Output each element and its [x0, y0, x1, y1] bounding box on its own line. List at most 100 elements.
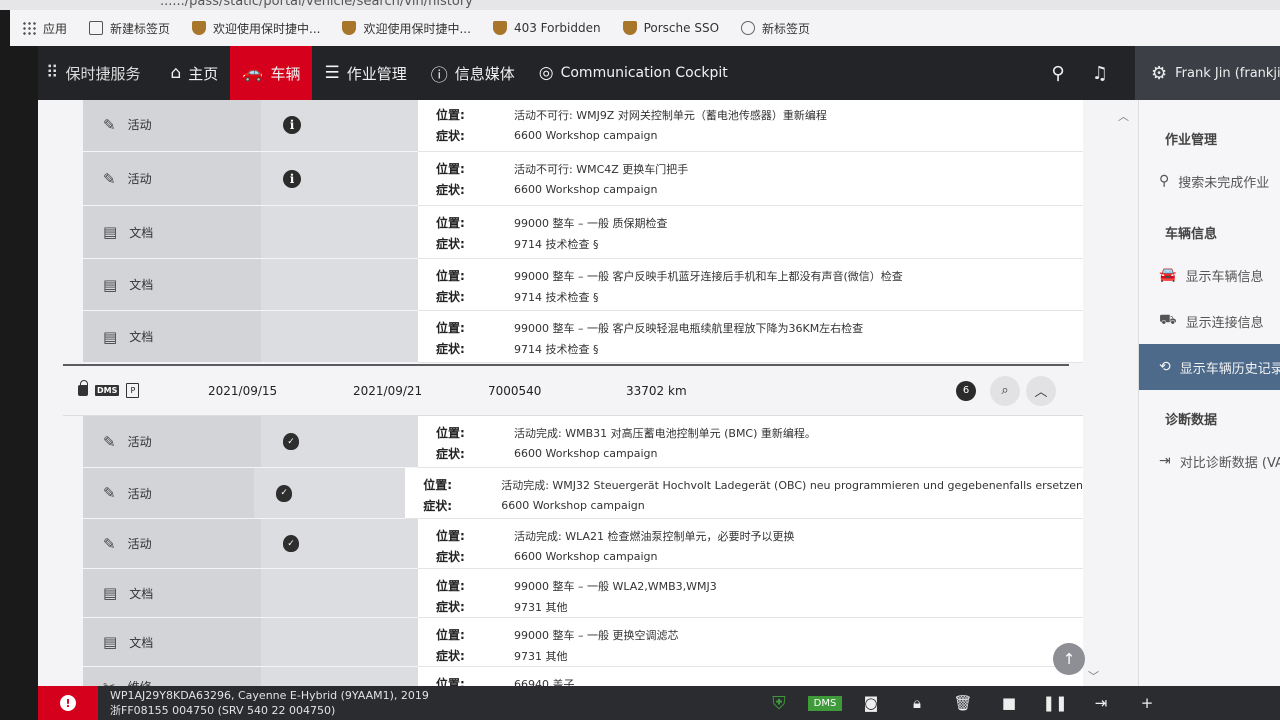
row-status-cell: [261, 569, 418, 618]
bell-icon[interactable]: ♫: [1079, 63, 1121, 84]
row-location-value: 活动完成: WMJ32 Steuergerät Hochvolt Ladeger…: [501, 478, 1083, 492]
view-document-button[interactable]: ⌕: [990, 375, 1020, 406]
history-row[interactable]: ▤ 文档 位置: 99000 整车 – 一般 WLA2,WMB3,WMJ3 症状: 973…: [83, 569, 1083, 618]
stop-icon[interactable]: ■: [986, 686, 1032, 720]
scroll-up-icon[interactable]: ︿: [1118, 108, 1129, 124]
row-type-label: 活动: [127, 537, 152, 551]
move-icon[interactable]: ⇥: [1078, 686, 1124, 720]
wrench-icon: ✎: [103, 484, 116, 502]
lock-icon: [78, 380, 88, 396]
row-details: 位置:66940 盖子症状:: [418, 667, 1083, 686]
bookmark-porsche-welcome-1[interactable]: 欢迎使用保时捷中...: [192, 20, 320, 37]
row-type-cell: ▤ 文档: [83, 618, 261, 667]
bookmark-porsche-sso[interactable]: Porsche SSO: [622, 21, 719, 35]
info-icon[interactable]: i: [283, 169, 301, 188]
camera-icon[interactable]: ◙: [848, 686, 894, 720]
history-row[interactable]: ▤ 文档 位置: 99000 整车 – 一般 更换空调滤芯 症状: 9731 其他: [83, 618, 1083, 667]
trash-icon[interactable]: 🗑︎: [940, 686, 986, 720]
apps-grid-icon: ⠿: [46, 63, 59, 83]
row-location-value: 活动完成: WMB31 对高压蓄电池控制单元 (BMC) 重新编程。: [514, 426, 816, 440]
nav-communication-cockpit[interactable]: ◎ Communication Cockpit: [527, 46, 740, 100]
address-bar[interactable]: ....../pass/static/portal/vehicle/search…: [0, 0, 1280, 10]
row-location-label: 位置:: [436, 321, 465, 335]
row-symptom: 症状: 6600 Workshop campaign: [436, 125, 1083, 146]
visit-date-in: 2021/09/15: [208, 383, 278, 398]
document-icon: ▤: [103, 584, 118, 602]
vehicle-history-list[interactable]: ︿ ✎ 活动 i 位置: 活动不可行: WMJ9Z 对网关控制单元（蓄电池传感器）重新编…: [38, 100, 1138, 686]
list-icon: ☰: [324, 63, 340, 83]
row-location: 位置: 活动完成: WMB31 对高压蓄电池控制单元 (BMC) 重新编程。: [436, 422, 1083, 443]
nav-job-management[interactable]: ☰ 作业管理: [312, 46, 418, 100]
row-symptom: 症状: 9714 技术检查 §: [436, 286, 1083, 307]
history-row[interactable]: ✂维修 位置:66940 盖子症状:: [83, 667, 1083, 686]
info-icon[interactable]: i: [283, 115, 301, 134]
history-row[interactable]: ✎ 活动 ✓ 位置: 活动完成: WMJ32 Steuergerät Hochvolt …: [83, 468, 1083, 519]
search-icon[interactable]: ⚲: [1037, 63, 1079, 84]
user-menu[interactable]: ⚙Frank Jin (frankjin3: [1135, 46, 1280, 100]
scroll-down-icon[interactable]: ﹀: [1088, 668, 1099, 684]
history-row[interactable]: ▤ 文档 位置: 99000 整车 – 一般 客户反映轻混电瓶续航里程放下降为36KM…: [83, 311, 1083, 363]
row-type-label: 活动: [127, 486, 152, 501]
row-type-cell: ✎ 活动: [83, 519, 261, 569]
nav-right: ⚲ ♫ ⚙Frank Jin (frankjin3: [1037, 46, 1280, 100]
row-location: 位置: 活动完成: WMJ32 Steuergerät Hochvolt Lade…: [423, 474, 1083, 495]
row-location: 位置: 99000 整车 – 一般 客户反映手机蓝牙连接后手机和车上都没有声音(微…: [436, 265, 1083, 286]
dms-button[interactable]: DMS: [802, 686, 848, 720]
document-icon: ▤: [103, 327, 118, 346]
history-row[interactable]: ✎ 活动 i 位置: 活动不可行: WMJ9Z 对网关控制单元（蓄电池传感器）重新编程症…: [83, 100, 1083, 152]
plus-icon[interactable]: +: [1124, 686, 1170, 720]
row-status-cell: [261, 311, 418, 363]
shield-check-icon[interactable]: ⛨: [756, 686, 802, 720]
row-type-cell: ✎ 活动: [83, 468, 255, 519]
row-details: 位置: 99000 整车 – 一般 WLA2,WMB3,WMJ3 症状: 9731 其…: [418, 569, 1083, 618]
row-symptom-value: 9714 技术检查 §: [514, 342, 599, 356]
history-row[interactable]: ✎ 活动 ✓ 位置: 活动完成: WLA21 检查燃油泵控制单元，必要时予以更换 症状: 6…: [83, 519, 1083, 569]
row-location-value: 活动完成: WLA21 检查燃油泵控制单元，必要时予以更换: [514, 529, 795, 543]
bookmark-new-tab[interactable]: 新建标签页: [89, 20, 170, 37]
show-vehicle-info-link[interactable]: 🚘 显示车辆信息: [1139, 252, 1280, 298]
chevron-up-icon: ︿: [1034, 385, 1048, 400]
visit-header-row[interactable]: DMS P 2021/09/15 2021/09/21 7000540 3370…: [63, 366, 1083, 416]
row-symptom-label: 症状:: [436, 550, 465, 564]
nav-brand[interactable]: ⠿ 保时捷服务: [38, 46, 158, 100]
row-symptom-label: 症状:: [436, 600, 465, 614]
row-location: 位置: 99000 整车 – 一般 WLA2,WMB3,WMJ3: [436, 575, 1083, 596]
nav-home[interactable]: ⌂ 主页: [158, 46, 230, 100]
visit-order-number: 7000540: [488, 383, 542, 398]
compare-diagnostic-data-link[interactable]: ⇥ 对比诊断数据 (VAL: [1139, 438, 1280, 484]
history-row[interactable]: ▤ 文档 位置: 99000 整车 – 一般 客户反映手机蓝牙连接后手机和车上都没有声…: [83, 259, 1083, 311]
bookmark-porsche-welcome-2[interactable]: 欢迎使用保时捷中...: [342, 20, 471, 37]
row-symptom: 症状: 6600 Workshop campaign: [436, 443, 1083, 464]
show-connect-info-link[interactable]: ⛟ 显示连接信息: [1139, 298, 1280, 344]
row-type-cell: ✂ 维修: [83, 667, 261, 686]
document-icon: ▤: [103, 275, 118, 294]
pause-icon[interactable]: ❚❚: [1032, 686, 1078, 720]
row-location-value: 99000 整车 – 一般 WLA2,WMB3,WMJ3: [514, 579, 717, 593]
alert-button[interactable]: !: [38, 686, 98, 720]
row-status-cell: [261, 618, 418, 667]
bookmark-apps[interactable]: 应用: [22, 20, 67, 37]
bookmark-403[interactable]: 403 Forbidden: [492, 21, 601, 35]
porsche-crest-icon: [622, 21, 637, 35]
row-location-label: 位置:: [436, 269, 465, 283]
history-row[interactable]: ▤ 文档 位置: 99000 整车 – 一般 质保期检查 症状: 9714 技术检查 §: [83, 206, 1083, 259]
wrench-icon: ✎: [103, 115, 116, 134]
vehicle-vin-model: WP1AJ29Y8KDA63296, Cayenne E-Hybrid (9YA…: [110, 689, 429, 702]
compare-icon: ⇥: [1159, 453, 1171, 469]
lock-icon[interactable]: 🔒︎: [894, 686, 940, 720]
document-icon: ▤: [103, 223, 118, 241]
history-row[interactable]: ✎ 活动 ✓ 位置: 活动完成: WMB31 对高压蓄电池控制单元 (BMC) 重新编程…: [83, 416, 1083, 468]
back-to-top-button[interactable]: ↑: [1053, 643, 1085, 675]
search-icon: ⚲: [1159, 173, 1170, 189]
search-open-jobs-link[interactable]: ⚲ 搜索未完成作业: [1139, 158, 1280, 204]
globe-icon: [741, 21, 756, 35]
collapse-button[interactable]: ︿: [1026, 375, 1056, 406]
show-vehicle-history-link[interactable]: ⟲ 显示车辆历史记录: [1139, 344, 1280, 390]
apps-grid-icon: [22, 21, 36, 35]
row-details: 位置: 活动完成: WMJ32 Steuergerät Hochvolt Lade…: [405, 468, 1083, 519]
bookmark-new-tab-2[interactable]: 新标签页: [741, 20, 810, 37]
nav-vehicle[interactable]: 🚗 车辆: [230, 46, 313, 100]
history-row[interactable]: ✎ 活动 i 位置: 活动不可行: WMC4Z 更换车门把手 症状: 6600 Worksh…: [83, 152, 1083, 206]
row-type-cell: ▤ 文档: [83, 311, 261, 363]
nav-info-media[interactable]: ⓘ 信息媒体: [419, 46, 527, 100]
